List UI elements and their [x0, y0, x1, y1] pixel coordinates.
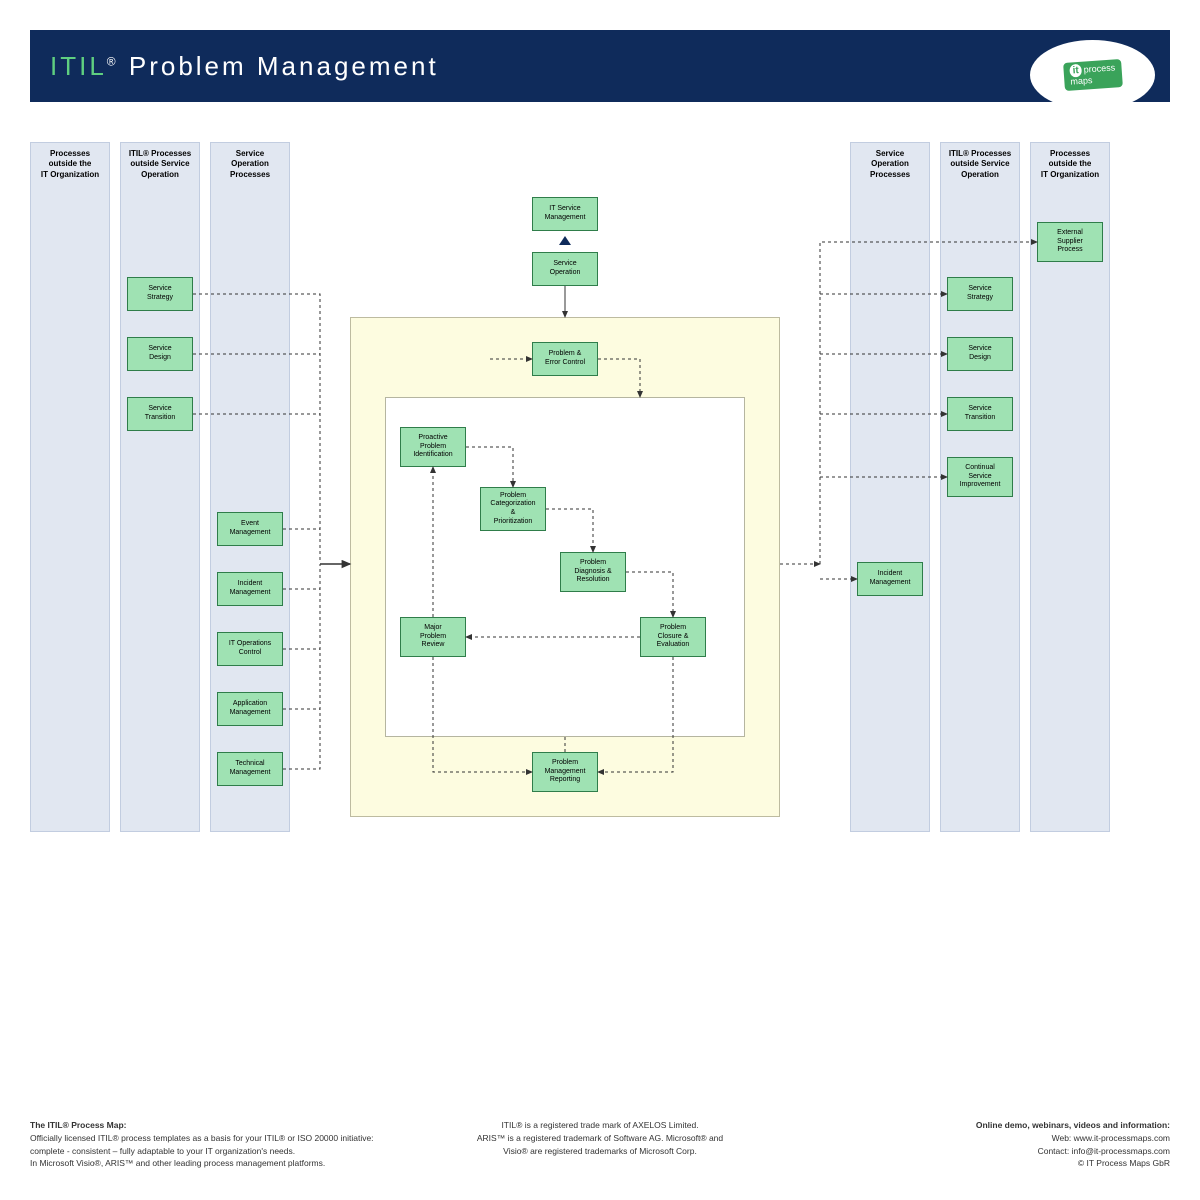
footer-right: Online demo, webinars, videos and inform…	[794, 1119, 1170, 1170]
logo-chip: itprocessmaps	[1063, 59, 1122, 91]
footer-left-heading: The ITIL® Process Map:	[30, 1119, 406, 1132]
lane-l3-header: ServiceOperationProcesses	[211, 149, 289, 189]
footer-center: ITIL® is a registered trade mark of AXEL…	[412, 1119, 788, 1170]
node-problem-closure-evaluation: ProblemClosure &Evaluation	[640, 617, 706, 657]
node-service-design-r: ServiceDesign	[947, 337, 1013, 371]
footer-left-line2: complete - consistent – fully adaptable …	[30, 1145, 406, 1158]
node-service-strategy-r: ServiceStrategy	[947, 277, 1013, 311]
node-incident-management-r: IncidentManagement	[857, 562, 923, 596]
diagram-canvas: Processesoutside theIT Organization ITIL…	[30, 142, 1170, 902]
footer-right-line1: Web: www.it-processmaps.com	[794, 1132, 1170, 1145]
node-service-transition-r: ServiceTransition	[947, 397, 1013, 431]
node-service-operation: ServiceOperation	[532, 252, 598, 286]
footer-right-line3: © IT Process Maps GbR	[794, 1157, 1170, 1170]
node-event-management: EventManagement	[217, 512, 283, 546]
node-incident-management-l: IncidentManagement	[217, 572, 283, 606]
title-banner: ITIL® Problem Management itprocessmaps	[30, 30, 1170, 102]
node-application-management: ApplicationManagement	[217, 692, 283, 726]
node-it-operations-control: IT OperationsControl	[217, 632, 283, 666]
node-technical-management: TechnicalManagement	[217, 752, 283, 786]
footer-left-line1: Officially licensed ITIL® process templa…	[30, 1132, 406, 1145]
lane-l2: ITIL® Processesoutside ServiceOperation	[120, 142, 200, 832]
node-major-problem-review: MajorProblemReview	[400, 617, 466, 657]
node-problem-diagnosis-resolution: ProblemDiagnosis &Resolution	[560, 552, 626, 592]
logo-badge: itprocessmaps	[1030, 40, 1155, 110]
lane-l1: Processesoutside theIT Organization	[30, 142, 110, 832]
footer-center-line2: ARIS™ is a registered trademark of Softw…	[412, 1132, 788, 1145]
node-service-transition-l: ServiceTransition	[127, 397, 193, 431]
title-rest: Problem Management	[119, 51, 439, 81]
footer-center-line3: Visio® are registered trademarks of Micr…	[412, 1145, 788, 1158]
node-continual-service-improvement: ContinualServiceImprovement	[947, 457, 1013, 497]
node-service-strategy-l: ServiceStrategy	[127, 277, 193, 311]
arrow-up-icon	[559, 236, 571, 245]
node-it-service-management: IT ServiceManagement	[532, 197, 598, 231]
footer-left: The ITIL® Process Map: Officially licens…	[30, 1119, 406, 1170]
lane-l3: ServiceOperationProcesses	[210, 142, 290, 832]
node-proactive-problem-identification: ProactiveProblemIdentification	[400, 427, 466, 467]
title-reg: ®	[107, 54, 119, 68]
lane-r1-header: ServiceOperationProcesses	[851, 149, 929, 189]
node-problem-error-control: Problem &Error Control	[532, 342, 598, 376]
node-problem-categorization-prioritization: ProblemCategorization&Prioritization	[480, 487, 546, 531]
lane-l1-header: Processesoutside theIT Organization	[31, 149, 109, 189]
node-service-design-l: ServiceDesign	[127, 337, 193, 371]
lane-r3-header: Processesoutside theIT Organization	[1031, 149, 1109, 189]
lane-r1: ServiceOperationProcesses	[850, 142, 930, 832]
footer-right-heading: Online demo, webinars, videos and inform…	[794, 1119, 1170, 1132]
page-title: ITIL® Problem Management	[50, 51, 439, 82]
title-itil: ITIL	[50, 51, 107, 81]
footer-center-line1: ITIL® is a registered trade mark of AXEL…	[412, 1119, 788, 1132]
footer: The ITIL® Process Map: Officially licens…	[30, 1119, 1170, 1170]
lane-r2-header: ITIL® Processesoutside ServiceOperation	[941, 149, 1019, 189]
lane-l2-header: ITIL® Processesoutside ServiceOperation	[121, 149, 199, 189]
node-problem-management-reporting: ProblemManagementReporting	[532, 752, 598, 792]
node-external-supplier-process: ExternalSupplierProcess	[1037, 222, 1103, 262]
footer-right-line2: Contact: info@it-processmaps.com	[794, 1145, 1170, 1158]
diagram-page: ITIL® Problem Management itprocessmaps P…	[0, 0, 1200, 1200]
footer-left-line3: In Microsoft Visio®, ARIS™ and other lea…	[30, 1157, 406, 1170]
